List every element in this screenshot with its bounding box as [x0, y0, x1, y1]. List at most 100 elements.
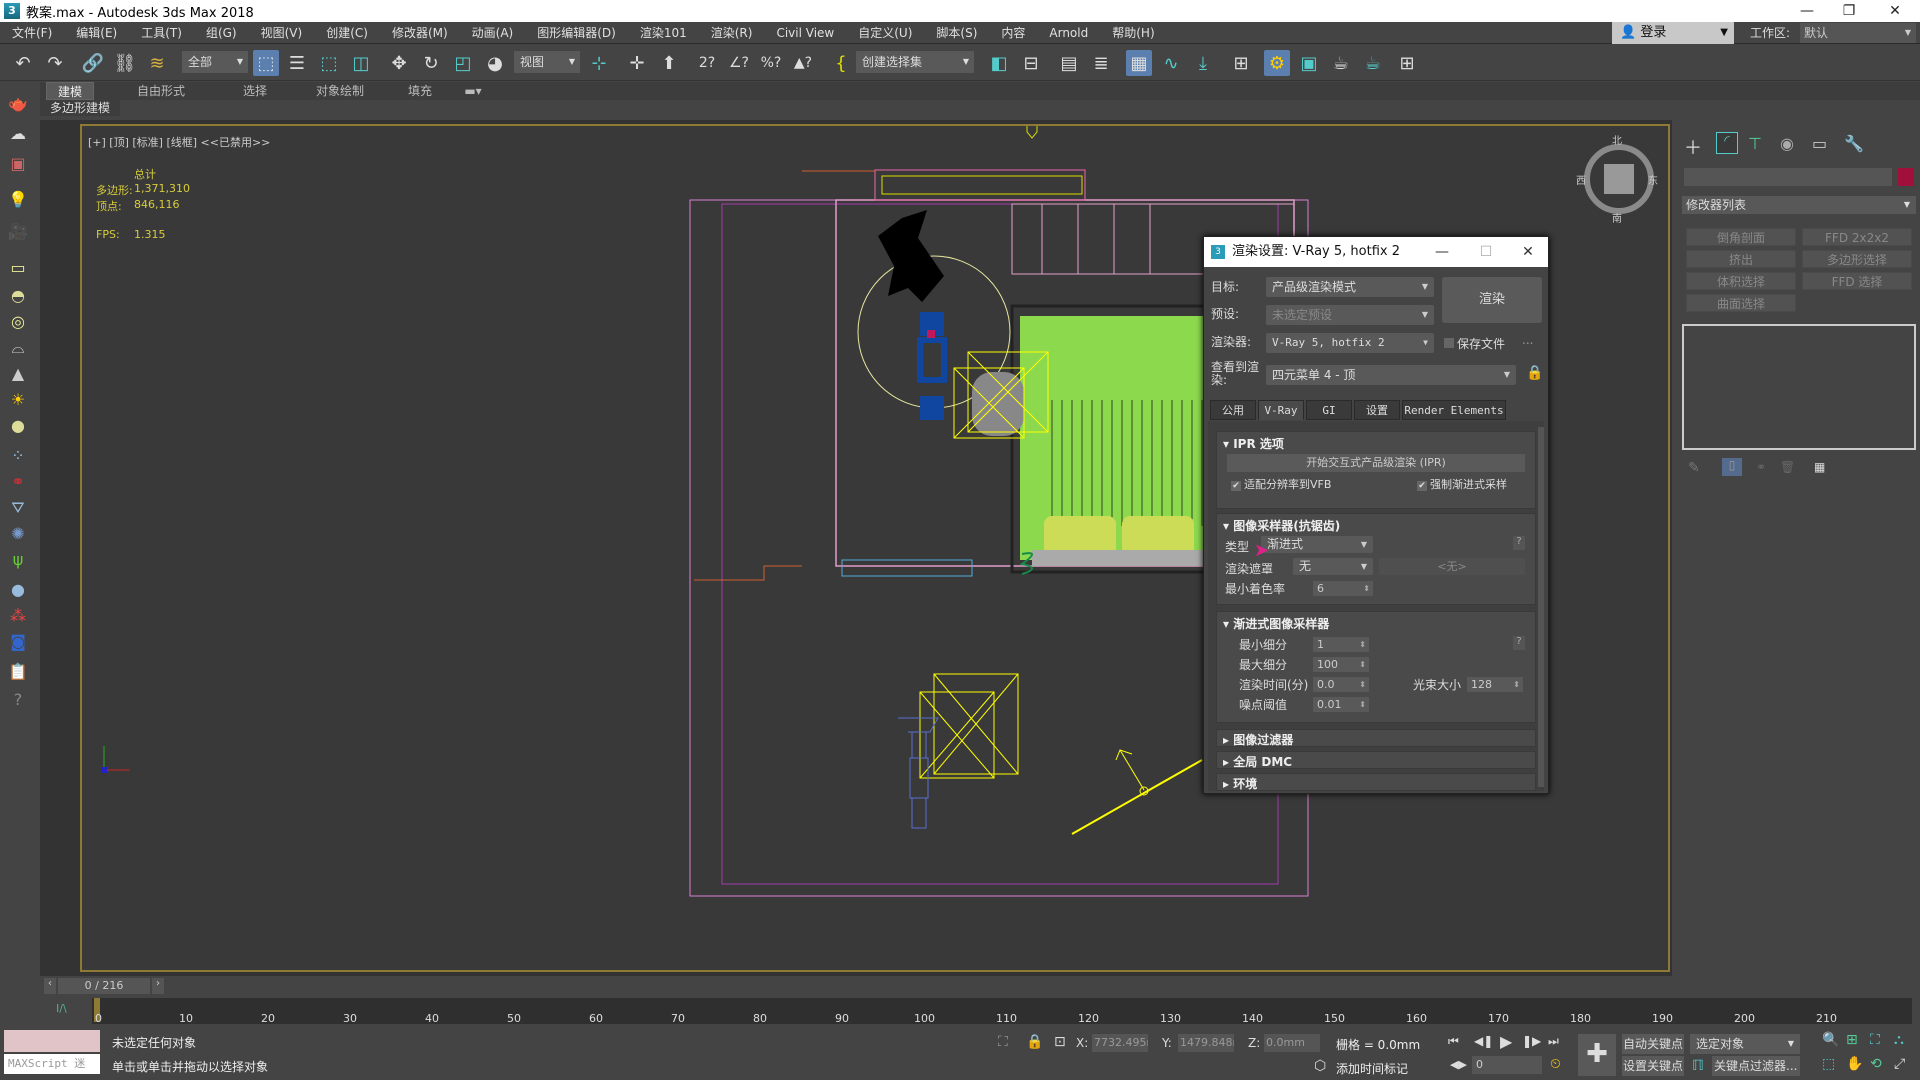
start-ipr-button[interactable]: 开始交互式产品级渲染 (IPR): [1227, 454, 1525, 472]
absolute-mode-icon[interactable]: ⊡: [1054, 1034, 1066, 1050]
spinner-arrows-icon[interactable]: ⬍: [1513, 677, 1520, 692]
scene-explorer-icon[interactable]: ▤: [1056, 50, 1082, 76]
key-target-dropdown[interactable]: 选定对象 ▼: [1690, 1034, 1800, 1054]
place-icon[interactable]: ◕: [482, 50, 508, 76]
add-time-tag[interactable]: 添加时间标记: [1336, 1060, 1408, 1077]
tab-vray[interactable]: V-Ray: [1258, 400, 1304, 420]
layer-explorer-icon[interactable]: ≣: [1088, 50, 1114, 76]
modifier-surface-select[interactable]: 曲面选择: [1686, 294, 1796, 312]
make-unique-icon[interactable]: ⚭: [1756, 460, 1766, 474]
percent-snap-icon[interactable]: %?: [758, 50, 784, 76]
help-button[interactable]: ?: [1513, 636, 1525, 650]
menu-content[interactable]: 内容: [989, 22, 1037, 44]
ribbon-options-icon[interactable]: ▬▾: [458, 82, 488, 100]
dialog-maximize-button[interactable]: ☐: [1466, 237, 1506, 267]
time-slider[interactable]: 0 / 216: [58, 978, 150, 994]
image-sampler-header[interactable]: ▾ 图像采样器(抗锯齿): [1223, 517, 1340, 534]
preset-dropdown[interactable]: 未选定预设 ▼: [1266, 305, 1434, 325]
fit-vfb-checkbox[interactable]: ✔ 适配分辨率到VFB: [1231, 476, 1331, 492]
menu-group[interactable]: 组(G): [194, 22, 249, 44]
spinner-arrows-icon[interactable]: ⬍: [1359, 637, 1366, 652]
key-filter-icon[interactable]: ℿ: [1692, 1058, 1704, 1074]
next-frame-icon[interactable]: ❚▶: [1522, 1034, 1541, 1048]
palette-icon[interactable]: ⁂: [6, 606, 30, 626]
rendered-frame-icon[interactable]: ▣: [1296, 50, 1322, 76]
undo-icon[interactable]: ↶: [10, 50, 36, 76]
wire-teapot-icon[interactable]: ⌓: [6, 338, 30, 358]
move-icon[interactable]: ✥: [386, 50, 412, 76]
key-mode-icon[interactable]: ◀▶: [1450, 1058, 1467, 1071]
previous-frame-icon[interactable]: ◀❚: [1474, 1034, 1493, 1048]
disc-icon[interactable]: ◎: [6, 312, 30, 332]
rotate-icon[interactable]: ↻: [418, 50, 444, 76]
view-to-render-dropdown[interactable]: 四元菜单 4 - 顶 ▼: [1266, 365, 1516, 385]
viewcube-east[interactable]: 东: [1648, 172, 1658, 187]
redo-icon[interactable]: ↷: [42, 50, 68, 76]
orbit-icon[interactable]: ⟲: [1870, 1056, 1882, 1072]
menu-file[interactable]: 文件(F): [0, 22, 64, 44]
tab-common[interactable]: 公用: [1210, 400, 1256, 420]
render-production-icon[interactable]: ☕: [1328, 50, 1354, 76]
image-filter-rollout[interactable]: ▸ 图像过滤器: [1216, 729, 1536, 747]
min-shading-spinner[interactable]: 6 ⬍: [1313, 581, 1373, 596]
menu-scripting[interactable]: 脚本(S): [924, 22, 989, 44]
modifier-vol-select[interactable]: 体积选择: [1686, 272, 1796, 290]
render-time-spinner[interactable]: 0.0 ⬍: [1313, 677, 1369, 692]
scale-icon[interactable]: ◰: [450, 50, 476, 76]
restore-button[interactable]: ❐: [1826, 0, 1872, 22]
zoom-icon[interactable]: 🔍: [1822, 1032, 1839, 1048]
viewcube-west[interactable]: 西: [1576, 172, 1586, 187]
unlink-icon[interactable]: ⛓: [112, 50, 138, 76]
lock-icon[interactable]: 🔒: [1526, 365, 1543, 381]
menu-create[interactable]: 创建(C): [314, 22, 380, 44]
max-subdiv-spinner[interactable]: 100 ⬍: [1313, 657, 1369, 672]
z-coordinate-field[interactable]: 0.0mm: [1264, 1034, 1320, 1052]
link-icon[interactable]: 🔗: [80, 50, 106, 76]
modifier-extrude[interactable]: 挤出: [1686, 250, 1796, 268]
menu-arnold[interactable]: Arnold: [1037, 22, 1100, 44]
spinner-arrows-icon[interactable]: ⬍: [1359, 697, 1366, 712]
schematic-view-icon[interactable]: ⤓: [1190, 50, 1216, 76]
login-dropdown[interactable]: 👤 登录 ▼: [1612, 22, 1734, 44]
time-tag-icon[interactable]: ⬡: [1314, 1058, 1326, 1074]
cloud-icon[interactable]: ☁: [6, 124, 30, 144]
viewcube-north[interactable]: 北: [1612, 132, 1622, 147]
menu-render101[interactable]: 渲染101: [628, 22, 699, 44]
dialog-minimize-button[interactable]: —: [1422, 237, 1462, 267]
go-to-end-icon[interactable]: ⏭: [1548, 1034, 1559, 1049]
rect-selection-icon[interactable]: ⬚: [316, 50, 342, 76]
play-icon[interactable]: ▶: [1500, 1032, 1512, 1051]
sphere-icon[interactable]: ●: [6, 416, 30, 436]
dialog-close-button[interactable]: ✕: [1508, 237, 1548, 267]
spinner-snap-icon[interactable]: ▲?: [790, 50, 816, 76]
progressive-header[interactable]: ▾ 渐进式图像采样器: [1223, 615, 1329, 632]
selection-filter-dropdown[interactable]: 全部 ▼: [182, 51, 248, 73]
save-file-browse-button[interactable]: ...: [1522, 333, 1533, 347]
select-by-name-icon[interactable]: ☰: [284, 50, 310, 76]
menu-tools[interactable]: 工具(T): [129, 22, 194, 44]
box-icon[interactable]: ▭: [6, 258, 30, 278]
display-icon[interactable]: ▭: [1812, 134, 1827, 153]
molecule-icon[interactable]: ⚭: [6, 472, 30, 492]
modifier-poly-select[interactable]: 多边形选择: [1802, 250, 1912, 268]
zoom-all-icon[interactable]: ⊞: [1846, 1032, 1858, 1048]
environment-header[interactable]: ▸ 环境: [1223, 775, 1257, 792]
snap-icon[interactable]: 2?: [694, 50, 720, 76]
zoom-region-icon[interactable]: ⬚: [1822, 1056, 1835, 1072]
show-end-result-icon[interactable]: ▯: [1722, 458, 1742, 476]
current-frame-field[interactable]: 0: [1472, 1056, 1542, 1074]
pin-stack-icon[interactable]: ✎: [1688, 460, 1700, 476]
menu-customize[interactable]: 自定义(U): [846, 22, 924, 44]
select-object-icon[interactable]: ⬚: [253, 50, 279, 76]
viewcube-top-face[interactable]: [1604, 164, 1634, 194]
min-subdiv-spinner[interactable]: 1 ⬍: [1313, 637, 1369, 652]
viewcube-compass[interactable]: [1584, 144, 1654, 214]
maxscript-listener-top[interactable]: [4, 1030, 100, 1052]
viewcube-south[interactable]: 南: [1612, 210, 1622, 225]
object-name-field[interactable]: [1684, 168, 1892, 186]
menu-modifiers[interactable]: 修改器(M): [380, 22, 460, 44]
utilities-icon[interactable]: 🔧: [1844, 134, 1864, 153]
save-file-checkbox[interactable]: 保存文件: [1444, 335, 1505, 352]
bind-spacewarp-icon[interactable]: ≋: [144, 50, 170, 76]
menu-civil-view[interactable]: Civil View: [764, 22, 846, 44]
